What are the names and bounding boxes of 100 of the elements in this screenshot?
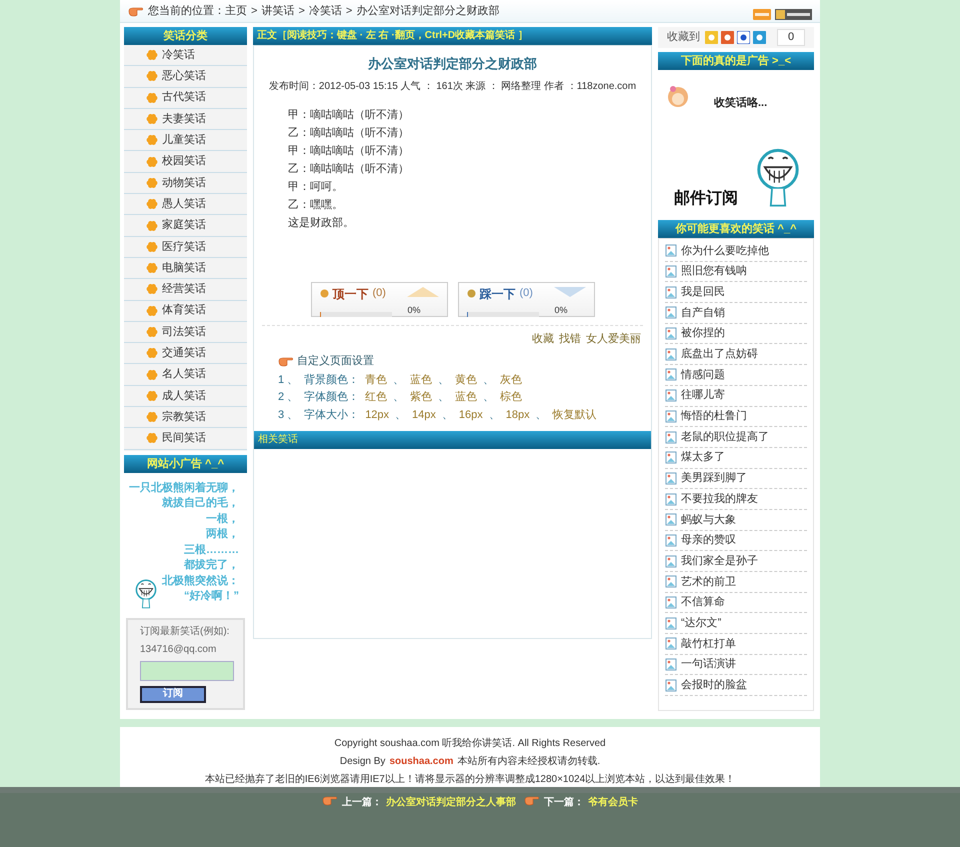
breadcrumb-separator: >	[346, 4, 352, 19]
breadcrumb-link[interactable]: 冷笑话	[308, 2, 342, 20]
flower-icon	[146, 432, 158, 444]
setting-option[interactable]: 红色	[365, 389, 388, 406]
upvote-button[interactable]: 顶一下 (0) 0%	[310, 282, 448, 316]
bookmark-service-icon[interactable]	[721, 31, 734, 44]
copyright-notice: 本站所有内容未经授权请勿转载.	[457, 754, 600, 770]
option-separator: 、	[438, 390, 450, 405]
category-link[interactable]: 夫妻笑话	[124, 108, 247, 130]
document-icon	[665, 410, 678, 423]
document-icon	[665, 637, 678, 650]
recommended-link[interactable]: 敲竹杠打单	[665, 634, 807, 655]
flower-icon	[146, 262, 158, 274]
recommended-link[interactable]: 我是回民	[665, 282, 807, 304]
recommended-link[interactable]: 艺术的前卫	[665, 572, 807, 593]
document-icon	[665, 389, 678, 402]
recommended-link[interactable]: 美男踩到脚了	[665, 468, 807, 490]
flower-icon	[146, 411, 158, 424]
category-link[interactable]: 民间笑话	[124, 428, 247, 450]
category-link[interactable]: 司法笑话	[124, 322, 247, 344]
up-arrow-icon	[406, 286, 438, 296]
pointing-hand-icon	[524, 795, 540, 806]
setting-option[interactable]: 黄色	[455, 372, 478, 389]
recommended-link[interactable]: 煤太多了	[665, 448, 807, 469]
ad-text: 一只北极熊闲着无聊，	[129, 480, 239, 496]
next-article-link[interactable]: 爷有会员卡	[588, 795, 638, 810]
dialogue-line: 乙：嘿嘿。	[288, 198, 344, 212]
category-link[interactable]: 恶心笑话	[124, 66, 247, 88]
setting-option[interactable]: 蓝色	[455, 389, 478, 406]
recommended-link[interactable]: 会报时的脸盆	[665, 675, 807, 696]
article-link[interactable]: 收藏	[532, 330, 554, 347]
vote-percent: 0%	[554, 304, 568, 316]
document-icon	[665, 616, 678, 630]
setting-option[interactable]: 棕色	[500, 389, 522, 406]
bookmark-service-icon[interactable]	[737, 31, 750, 44]
flower-icon	[146, 70, 158, 82]
breadcrumb-link[interactable]: 办公室对话判定部分之财政部	[356, 2, 500, 20]
setting-option[interactable]: 紫色	[410, 389, 432, 406]
setting-option[interactable]: 灰色	[500, 372, 522, 389]
recommended-link[interactable]: 老鼠的职位提高了	[665, 427, 807, 448]
category-link[interactable]: 儿童笑话	[124, 130, 247, 152]
designer-link[interactable]: soushaa.com	[389, 753, 454, 772]
email-input[interactable]	[140, 660, 234, 681]
document-icon	[665, 575, 678, 588]
setting-option[interactable]: 14px	[412, 406, 436, 424]
recommended-link[interactable]: 蚂蚁与大象	[665, 510, 807, 531]
smiley-face-drawing	[134, 579, 158, 611]
setting-option[interactable]: 青色	[365, 372, 388, 389]
breadcrumb-link[interactable]: 主页	[225, 2, 247, 20]
option-separator: 、	[536, 408, 547, 422]
category-link[interactable]: 交通笑话	[124, 343, 247, 364]
recommended-link[interactable]: 照旧您有钱呐	[665, 262, 807, 282]
recommended-link[interactable]: “达尔文”	[665, 613, 807, 634]
category-link[interactable]: 冷笑话	[124, 45, 247, 66]
recommended-link[interactable]: 你为什么要吃掉他	[665, 241, 807, 262]
downvote-button[interactable]: 踩一下 (0) 0%	[458, 282, 594, 316]
category-link[interactable]: 古代笑话	[124, 88, 247, 109]
recommended-link[interactable]: 被你捏的	[665, 324, 807, 344]
document-icon	[665, 306, 678, 320]
recommended-link[interactable]: 我们家全是孙子	[665, 551, 807, 572]
recommended-link[interactable]: 不信算命	[665, 592, 807, 614]
breadcrumb-link[interactable]: 讲笑话	[261, 2, 294, 20]
email-subscribe-badge-icon[interactable]	[775, 9, 812, 20]
recommended-link[interactable]: 悔悟的杜鲁门	[665, 406, 807, 428]
category-link[interactable]: 医疗笑话	[124, 236, 247, 258]
category-link[interactable]: 名人笑话	[124, 364, 247, 386]
bookmark-service-icon[interactable]	[753, 31, 766, 44]
recommended-link[interactable]: 母亲的赞叹	[665, 530, 807, 552]
category-link[interactable]: 宗教笑话	[124, 407, 247, 428]
category-link[interactable]: 校园笑话	[124, 151, 247, 173]
rss-badge-icon[interactable]	[753, 9, 771, 20]
settings-title: 自定义页面设置	[297, 354, 374, 369]
category-link[interactable]: 动物笑话	[124, 172, 247, 194]
category-link[interactable]: 家庭笑话	[124, 215, 247, 237]
recommended-link[interactable]: 底盘出了点妨碍	[665, 344, 807, 366]
recommended-link[interactable]: 自产自销	[665, 303, 807, 324]
ad-header: 下面的真的是广告 >_<	[658, 52, 814, 70]
category-link[interactable]: 经营笑话	[124, 279, 247, 301]
setting-option[interactable]: 18px	[506, 406, 530, 424]
recommended-link[interactable]: 情感问题	[665, 365, 807, 386]
recommended-header: 你可能更喜欢的笑话 ^_^	[658, 220, 814, 238]
recommended-link[interactable]: 往哪儿寄	[665, 386, 807, 406]
category-link[interactable]: 愚人笑话	[124, 194, 247, 216]
recommended-link[interactable]: 一句话演讲	[665, 654, 807, 676]
recommended-link[interactable]: 不要拉我的牌友	[665, 489, 807, 510]
ad-text: 三根………	[184, 542, 239, 558]
flower-icon	[146, 49, 158, 62]
category-link[interactable]: 体育笑话	[124, 300, 247, 322]
article-link[interactable]: 找错	[559, 330, 581, 347]
setting-option[interactable]: 12px	[365, 406, 390, 424]
setting-option[interactable]: 恢复默认	[552, 406, 597, 424]
dialogue-line: 这是财政部。	[288, 216, 355, 230]
article-link[interactable]: 女人爱美丽	[586, 330, 641, 347]
setting-option[interactable]: 16px	[458, 406, 483, 424]
setting-option[interactable]: 蓝色	[410, 372, 432, 389]
design-credit-text: Design By	[340, 755, 386, 770]
category-link[interactable]: 成人笑话	[124, 386, 247, 408]
article-header: 正文［阅读技巧：键盘 · 左 右 ·翻页，Ctrl+D收藏本篇笑话 ］	[253, 27, 652, 45]
prev-article-link[interactable]: 办公室对话判定部分之人事部	[386, 795, 516, 810]
category-link[interactable]: 电脑笑话	[124, 258, 247, 280]
